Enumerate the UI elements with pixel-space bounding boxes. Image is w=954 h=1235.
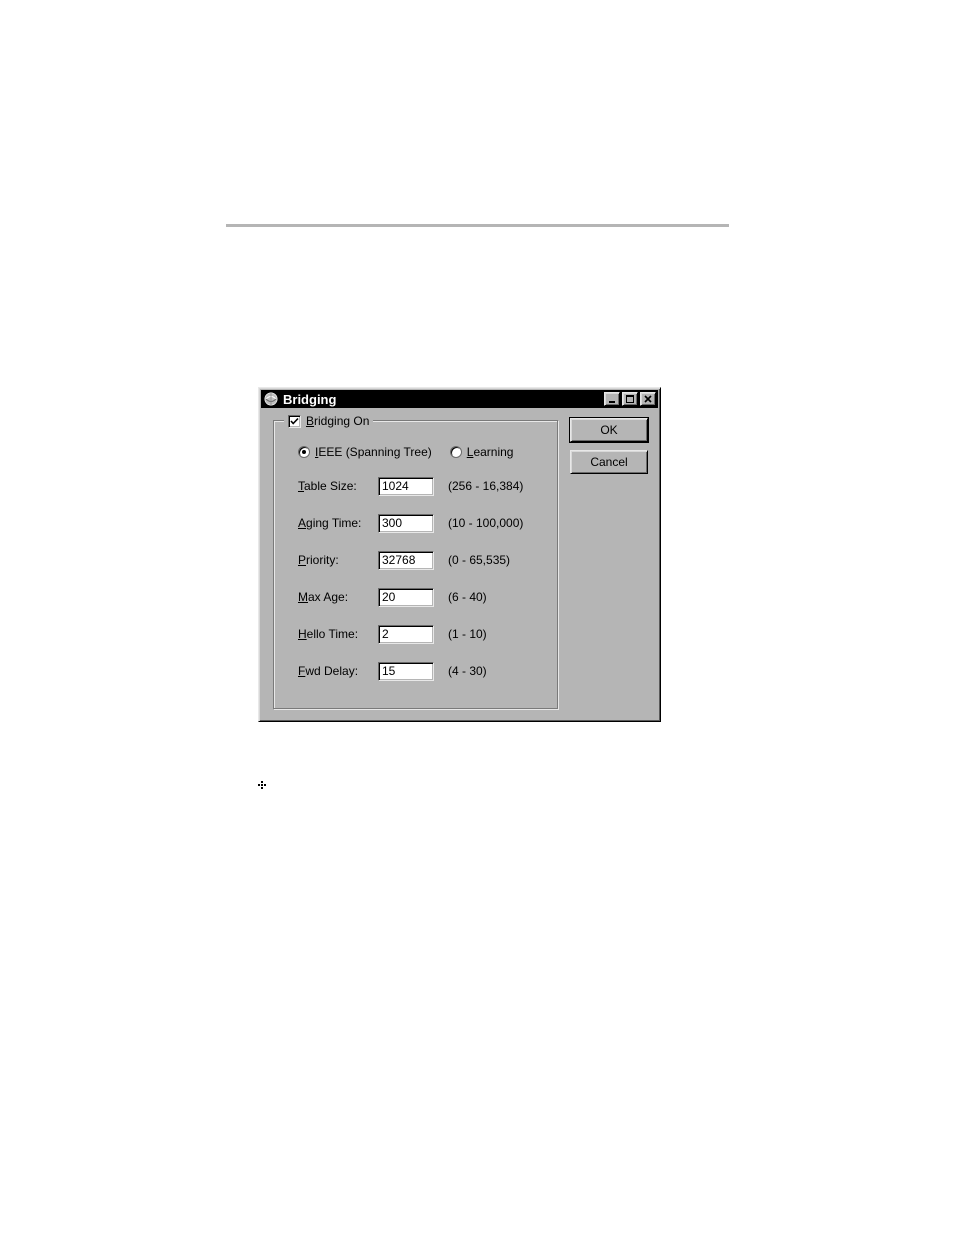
row-aging-time: Aging Time: 300 (10 - 100,000) <box>298 512 548 534</box>
ok-button[interactable]: OK <box>570 418 648 442</box>
label-hello-time: Hello Time: <box>298 627 378 641</box>
bridging-on-checkbox[interactable] <box>288 415 301 428</box>
cancel-button[interactable]: Cancel <box>570 450 648 474</box>
hint-fwd-delay: (4 - 30) <box>448 664 487 678</box>
radio-learning-label: Learning <box>467 445 514 459</box>
bridging-on-legend[interactable]: Bridging On <box>284 413 373 429</box>
close-button[interactable] <box>640 392 656 406</box>
form-rows: Table Size: 1024 (256 - 16,384) Aging Ti… <box>298 475 548 697</box>
radio-icon <box>298 446 310 458</box>
window-buttons <box>602 392 656 406</box>
input-hello-time[interactable]: 2 <box>378 625 434 644</box>
diamond-bullet-icon <box>257 780 267 790</box>
hint-aging-time: (10 - 100,000) <box>448 516 523 530</box>
bridge-type-radios: IEEE (Spanning Tree) Learning <box>298 443 548 461</box>
label-max-age: Max Age: <box>298 590 378 604</box>
input-table-size[interactable]: 1024 <box>378 477 434 496</box>
row-max-age: Max Age: 20 (6 - 40) <box>298 586 548 608</box>
hint-priority: (0 - 65,535) <box>448 553 510 567</box>
radio-icon <box>450 446 462 458</box>
row-table-size: Table Size: 1024 (256 - 16,384) <box>298 475 548 497</box>
label-table-size: Table Size: <box>298 479 378 493</box>
check-icon <box>290 417 299 426</box>
bridging-dialog: Bridging Bridging On <box>258 387 661 722</box>
bridging-on-label: Bridging On <box>306 414 369 428</box>
hint-hello-time: (1 - 10) <box>448 627 487 641</box>
window-title: Bridging <box>282 392 602 407</box>
radio-ieee-label: IEEE (Spanning Tree) <box>315 445 432 459</box>
input-priority[interactable]: 32768 <box>378 551 434 570</box>
hint-table-size: (256 - 16,384) <box>448 479 523 493</box>
row-fwd-delay: Fwd Delay: 15 (4 - 30) <box>298 660 548 682</box>
radio-ieee[interactable]: IEEE (Spanning Tree) <box>298 445 432 459</box>
input-max-age[interactable]: 20 <box>378 588 434 607</box>
maximize-button[interactable] <box>622 392 638 406</box>
label-fwd-delay: Fwd Delay: <box>298 664 378 678</box>
app-icon <box>263 391 279 407</box>
label-aging-time: Aging Time: <box>298 516 378 530</box>
hint-max-age: (6 - 40) <box>448 590 487 604</box>
titlebar[interactable]: Bridging <box>261 390 658 408</box>
label-priority: Priority: <box>298 553 378 567</box>
radio-learning[interactable]: Learning <box>450 445 514 459</box>
minimize-button[interactable] <box>604 392 620 406</box>
bridging-on-group: Bridging On IEEE (Spanning Tree) Learnin… <box>273 420 559 710</box>
dialog-client: Bridging On IEEE (Spanning Tree) Learnin… <box>265 412 654 715</box>
row-priority: Priority: 32768 (0 - 65,535) <box>298 549 548 571</box>
input-fwd-delay[interactable]: 15 <box>378 662 434 681</box>
input-aging-time[interactable]: 300 <box>378 514 434 533</box>
row-hello-time: Hello Time: 2 (1 - 10) <box>298 623 548 645</box>
page-divider <box>226 224 729 227</box>
